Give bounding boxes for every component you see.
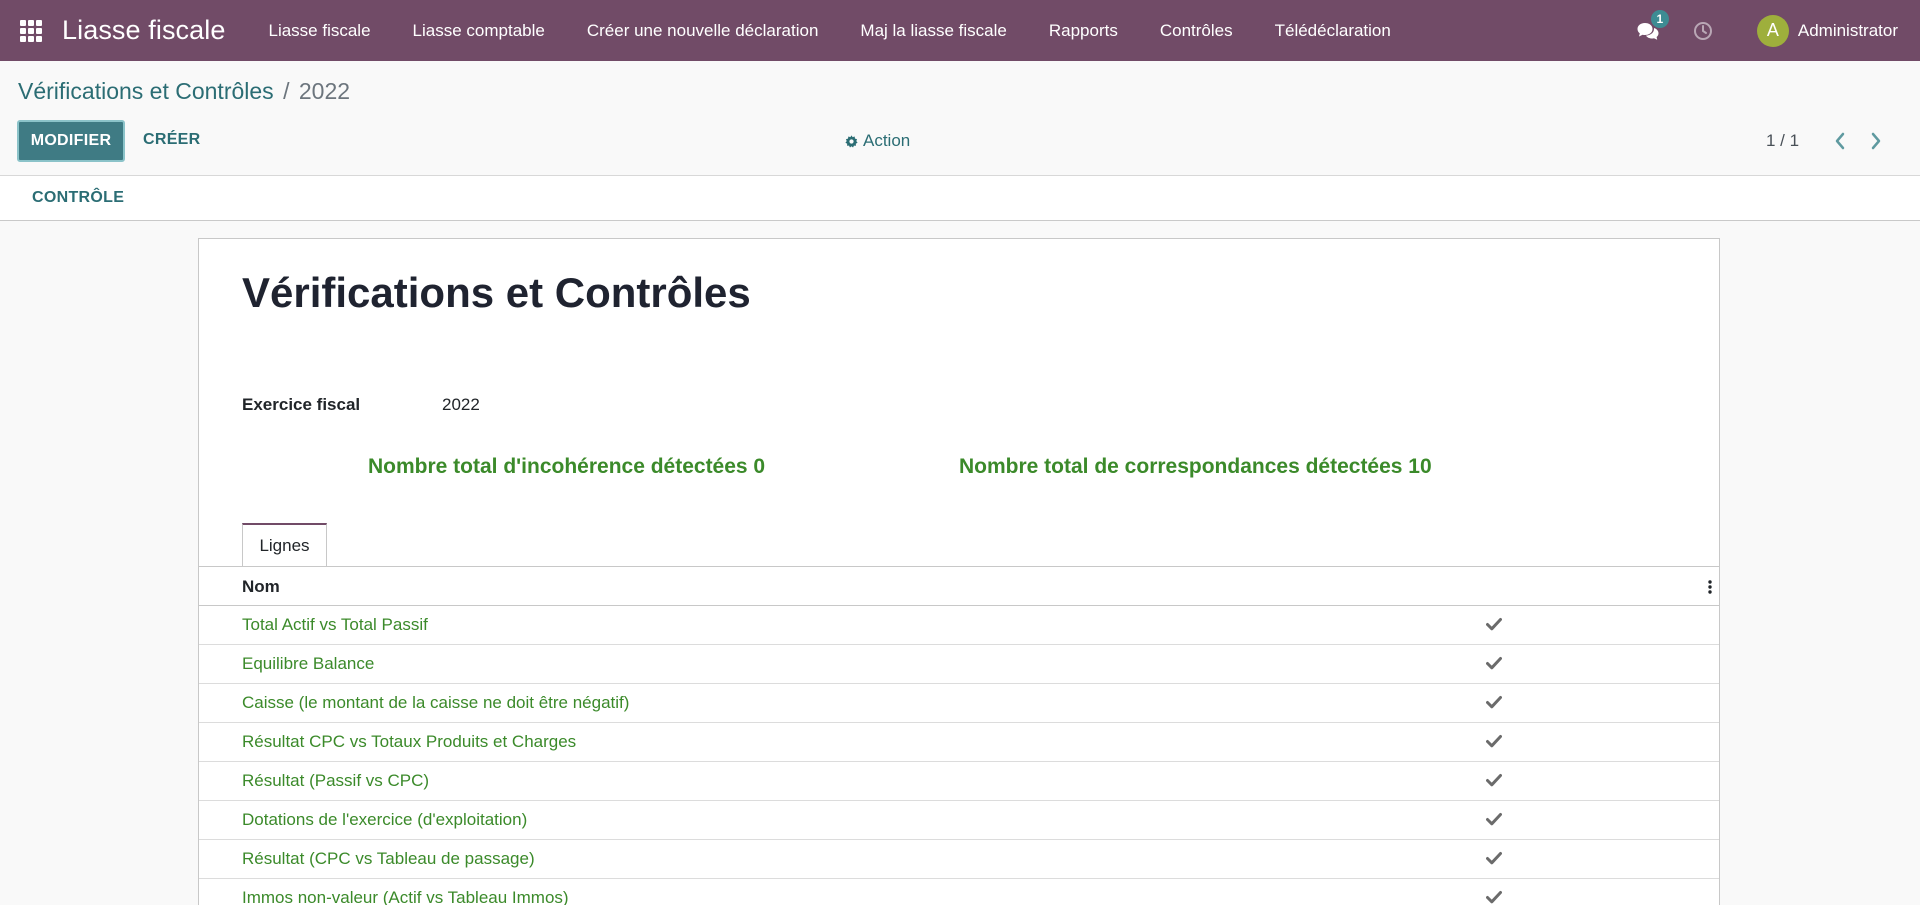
matches-count: Nombre total de correspondances détectée… <box>959 455 1432 478</box>
gear-icon <box>845 134 858 148</box>
menu-teledeclaration[interactable]: Télédéclaration <box>1254 21 1412 41</box>
control-button[interactable]: CONTRÔLE <box>32 189 124 207</box>
optional-columns-icon[interactable] <box>1707 579 1713 595</box>
lines-table: Nom Total Actif vs Total Passif Equilibre… <box>199 567 1719 905</box>
fiscal-year-value: 2022 <box>442 395 480 414</box>
row-name: Immos non-valeur (Actif vs Tableau Immos… <box>242 888 569 905</box>
table-header: Nom <box>199 567 1719 606</box>
clock-icon <box>1693 21 1712 40</box>
action-dropdown[interactable]: Action <box>845 131 910 151</box>
statusbar: CONTRÔLE <box>0 175 1920 221</box>
form-title: Vérifications et Contrôles <box>242 269 751 316</box>
messages-button[interactable]: 1 <box>1635 9 1669 46</box>
messages-count-badge: 1 <box>1650 9 1669 28</box>
action-label: Action <box>863 131 911 150</box>
table-row[interactable]: Résultat CPC vs Totaux Produits et Charg… <box>199 723 1719 762</box>
inconsistencies-count: Nombre total d'incohérence détectées 0 <box>368 455 766 478</box>
table-row[interactable]: Résultat (Passif vs CPC) <box>199 762 1719 801</box>
row-name: Résultat (CPC vs Tableau de passage) <box>242 849 535 868</box>
menu-rapports[interactable]: Rapports <box>1028 21 1139 41</box>
menu-liasse-fiscale[interactable]: Liasse fiscale <box>247 21 391 41</box>
activities-button[interactable] <box>1693 19 1717 43</box>
fiscal-year-label: Exercice fiscal <box>242 395 361 414</box>
form-sheet: Vérifications et Contrôles Exercice fisc… <box>198 238 1720 905</box>
check-icon <box>1486 891 1502 904</box>
row-name: Caisse (le montant de la caisse ne doit … <box>242 693 630 712</box>
column-header-nom[interactable]: Nom <box>242 577 280 597</box>
app-brand[interactable]: Liasse fiscale <box>62 15 225 46</box>
edit-button[interactable]: MODIFIER <box>17 120 125 162</box>
apps-menu-icon[interactable] <box>0 0 62 61</box>
menu-controles[interactable]: Contrôles <box>1139 21 1254 41</box>
top-navbar: Liasse fiscale Liasse fiscale Liasse com… <box>0 0 1920 61</box>
menu-maj-liasse[interactable]: Maj la liasse fiscale <box>839 21 1027 41</box>
create-button[interactable]: CRÉER <box>143 131 201 149</box>
row-name: Résultat (Passif vs CPC) <box>242 771 430 790</box>
check-icon <box>1486 735 1502 748</box>
menu-liasse-comptable[interactable]: Liasse comptable <box>392 21 566 41</box>
check-icon <box>1486 618 1502 631</box>
chevron-left-icon[interactable] <box>1832 131 1848 151</box>
chevron-right-icon[interactable] <box>1868 131 1884 151</box>
check-icon <box>1486 657 1502 670</box>
row-name: Dotations de l'exercice (d'exploitation) <box>242 810 528 829</box>
table-body: Total Actif vs Total Passif Equilibre Bal… <box>199 606 1719 905</box>
pager-value[interactable]: 1 / 1 <box>1766 131 1799 151</box>
row-name: Equilibre Balance <box>242 654 375 673</box>
row-name: Total Actif vs Total Passif <box>242 615 428 634</box>
avatar[interactable]: A <box>1756 14 1789 47</box>
tab-lignes[interactable]: Lignes <box>242 523 327 567</box>
row-name: Résultat CPC vs Totaux Produits et Charg… <box>242 732 577 751</box>
breadcrumb-separator: / <box>283 78 290 104</box>
table-row[interactable]: Total Actif vs Total Passif <box>199 606 1719 645</box>
breadcrumb-parent-link[interactable]: Vérifications et Contrôles <box>18 78 274 104</box>
table-row[interactable]: Dotations de l'exercice (d'exploitation) <box>199 801 1719 840</box>
check-icon <box>1486 774 1502 787</box>
menu-creer-declaration[interactable]: Créer une nouvelle déclaration <box>566 21 840 41</box>
table-row[interactable]: Equilibre Balance <box>199 645 1719 684</box>
breadcrumb-current: 2022 <box>298 78 351 104</box>
table-row[interactable]: Caisse (le montant de la caisse ne doit … <box>199 684 1719 723</box>
user-menu[interactable]: Administrator <box>1798 21 1898 41</box>
breadcrumb: Vérifications et Contrôles / 2022 <box>18 78 350 105</box>
check-icon <box>1486 696 1502 709</box>
check-icon <box>1486 813 1502 826</box>
table-row[interactable]: Immos non-valeur (Actif vs Tableau Immos… <box>199 879 1719 905</box>
table-row[interactable]: Résultat (CPC vs Tableau de passage) <box>199 840 1719 879</box>
check-icon <box>1486 852 1502 865</box>
